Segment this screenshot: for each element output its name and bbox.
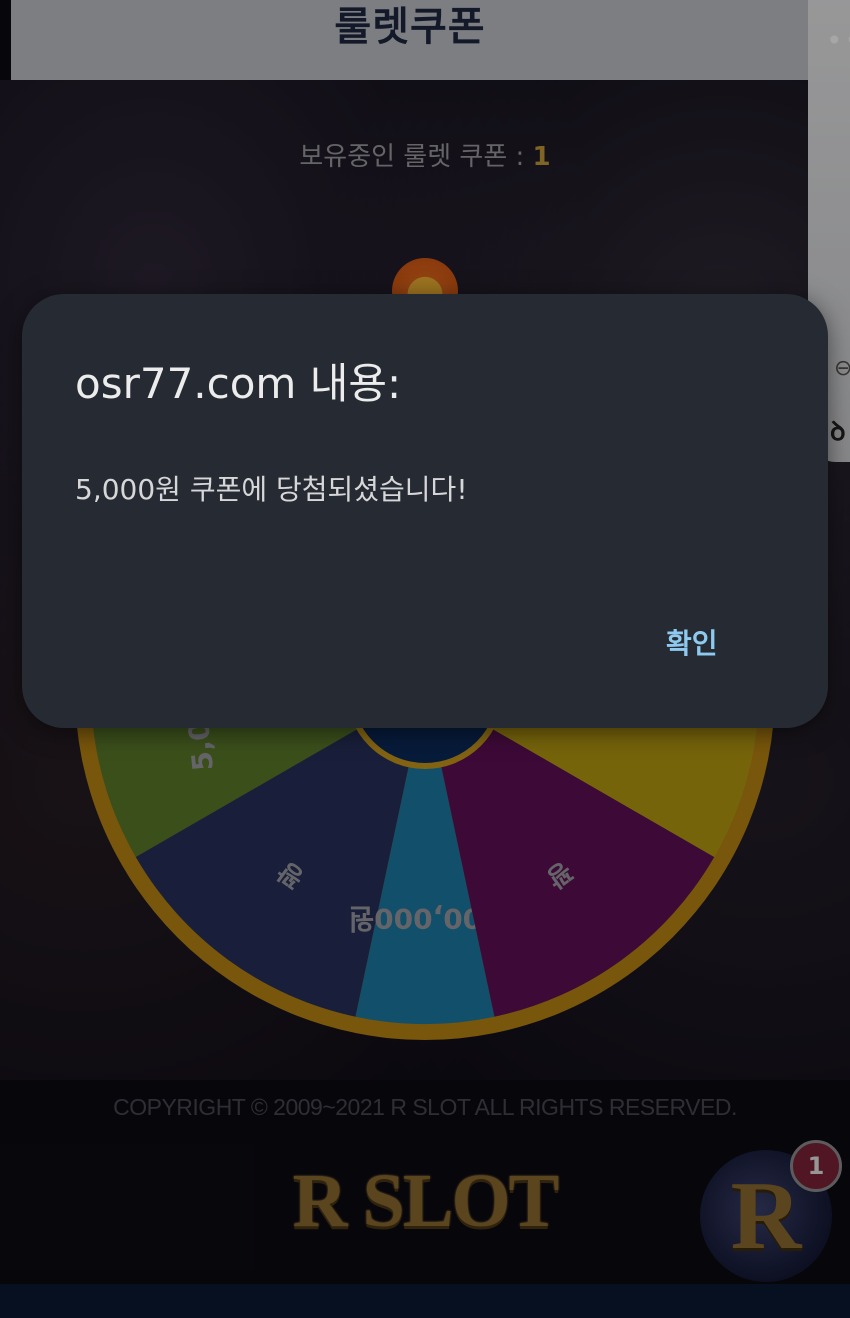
alert-dialog: osr77.com 내용: 5,000원 쿠폰에 당첨되셨습니다! 확인	[22, 294, 828, 728]
coupon-count: 1	[532, 142, 551, 172]
dialog-title: osr77.com 내용:	[75, 359, 402, 408]
page-title: 룰렛쿠폰	[334, 4, 486, 50]
widget-tail-icon: ꝺ	[830, 417, 846, 447]
notification-badge: 1	[790, 1140, 842, 1192]
dialog-message: 5,000원 쿠폰에 당첨되셨습니다!	[75, 473, 468, 506]
coupon-status: 보유중인 룰렛 쿠폰 : 1	[0, 136, 850, 173]
footer-copyright: COPYRIGHT © 2009~2021 R SLOT ALL RIGHTS …	[113, 1094, 737, 1120]
more-dots-icon[interactable]: ••	[826, 24, 850, 57]
minimize-icon[interactable]: ⊖	[834, 356, 850, 381]
confirm-button[interactable]: 확인	[654, 618, 730, 666]
header-bar: 룰렛쿠폰	[11, 0, 809, 80]
coupon-label: 보유중인 룰렛 쿠폰 :	[299, 142, 533, 172]
bottom-bar	[0, 1284, 850, 1318]
